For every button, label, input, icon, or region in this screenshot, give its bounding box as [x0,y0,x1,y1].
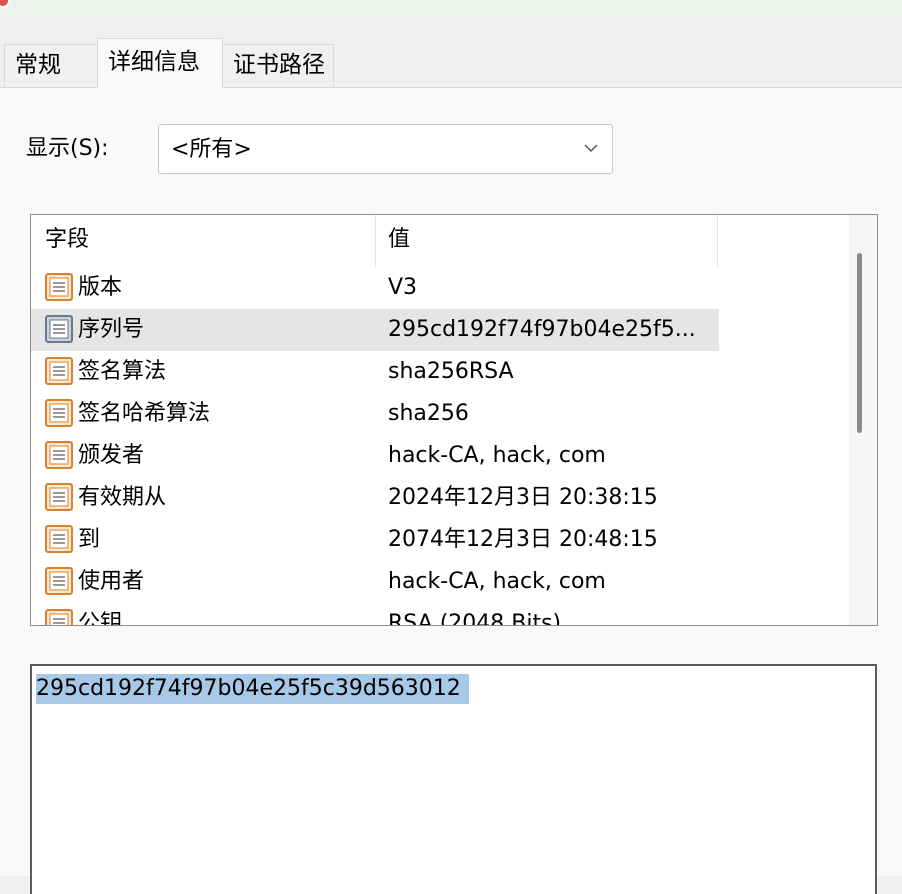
list-row[interactable]: 到 2074年12月3日 20:48:15 [31,519,719,561]
selected-value-text[interactable]: 295cd192f74f97b04e25f5c39d563012 [36,674,469,704]
show-select-value: <所有> [171,137,252,162]
row-field-value: hack-CA, hack, com [388,443,606,468]
vertical-scrollbar[interactable] [849,215,877,625]
row-field-name: 颁发者 [78,443,145,468]
row-field-name: 序列号 [78,317,145,342]
property-icon [45,273,73,301]
list-row[interactable]: 版本 V3 [31,267,719,309]
list-rows: 版本 V3 序列号 295cd192f74f97b04e25f5... 签名算法 sha2… [31,267,719,626]
row-field-value: sha256 [388,401,469,426]
row-field-name: 签名算法 [78,359,167,384]
list-header: 字段 值 [31,215,719,267]
row-field-value: sha256RSA [388,359,514,384]
chevron-down-icon [584,144,598,153]
column-divider[interactable] [375,215,376,267]
certificate-window-icon [0,0,10,8]
row-field-name: 有效期从 [78,485,167,510]
property-icon [45,567,73,595]
property-icon [45,357,73,385]
row-field-value: 2074年12月3日 20:48:15 [388,527,658,552]
scrollbar-thumb[interactable] [857,253,862,433]
property-icon [45,441,73,469]
window-titlebar [0,0,902,20]
list-row[interactable]: 公钥 RSA (2048 Bits) [31,603,719,626]
row-field-value: RSA (2048 Bits) [388,611,562,626]
tab-general[interactable]: 常规 [4,44,98,87]
property-icon [45,483,73,511]
show-select[interactable]: <所有> [158,124,613,174]
row-field-name: 使用者 [78,569,145,594]
list-row[interactable]: 签名算法 sha256RSA [31,351,719,393]
property-icon [45,525,73,553]
row-field-name: 到 [78,527,101,552]
tab-details[interactable]: 详细信息 [97,38,223,88]
row-field-name: 版本 [78,275,123,300]
value-detail-box[interactable]: 295cd192f74f97b04e25f5c39d563012 [30,664,877,894]
list-row[interactable]: 使用者 hack-CA, hack, com [31,561,719,603]
list-row[interactable]: 颁发者 hack-CA, hack, com [31,435,719,477]
row-field-value: 295cd192f74f97b04e25f5... [388,317,696,342]
fields-list[interactable]: 字段 值 版本 V3 序列号 295cd192f74f97b04e25f5... 签名算… [30,214,878,626]
property-icon [45,399,73,427]
show-label: 显示(S): [26,136,109,161]
column-header-value[interactable]: 值 [388,223,410,257]
row-field-value: hack-CA, hack, com [388,569,606,594]
column-header-field[interactable]: 字段 [45,223,89,257]
tab-certification-path[interactable]: 证书路径 [222,44,334,87]
property-icon-selected [45,315,73,343]
list-row[interactable]: 序列号 295cd192f74f97b04e25f5... [31,309,719,351]
column-divider[interactable] [717,215,718,267]
list-row[interactable]: 有效期从 2024年12月3日 20:38:15 [31,477,719,519]
row-field-name: 签名哈希算法 [78,401,211,426]
property-icon [45,609,73,625]
row-field-value: 2024年12月3日 20:38:15 [388,485,658,510]
row-field-value: V3 [388,275,418,300]
list-row[interactable]: 签名哈希算法 sha256 [31,393,719,435]
row-field-name: 公钥 [78,611,123,626]
